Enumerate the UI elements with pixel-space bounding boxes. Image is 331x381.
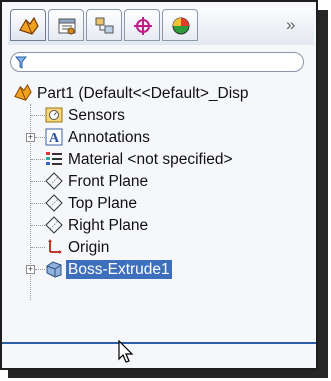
tree-root-part[interactable]: Part1 (Default<<Default>_Disp: [2, 82, 316, 104]
tree-connector: [31, 247, 45, 248]
boss-extrude-icon: [46, 261, 62, 278]
filter-icon: [15, 56, 27, 69]
configurationmanager-icon: [95, 17, 114, 34]
tab-dimxpertmanager[interactable]: [124, 9, 160, 41]
featuremanager-tree-icon: [19, 16, 39, 35]
featuremanager-panel: » Part1 (Default<<Default>_Disp Sensors: [0, 0, 318, 370]
tree-item-label: Top Plane: [68, 195, 137, 212]
part-icon: [14, 84, 32, 101]
feature-tree: Part1 (Default<<Default>_Disp Sensors + …: [2, 82, 316, 362]
tree-item-label: Front Plane: [68, 173, 149, 190]
tree-item-front-plane[interactable]: Front Plane: [2, 170, 316, 192]
expand-toggle[interactable]: +: [26, 133, 35, 142]
dimxpertmanager-icon: [134, 17, 152, 35]
propertymanager-icon: [58, 18, 76, 35]
tree-item-label: Origin: [68, 239, 110, 256]
tab-propertymanager[interactable]: [48, 9, 84, 41]
sensors-icon: [45, 107, 63, 123]
tree-item-boss-extrude[interactable]: + Boss-Extrude1: [2, 258, 316, 280]
tab-configurationmanager[interactable]: [86, 9, 122, 41]
annotations-icon: A: [45, 128, 63, 146]
mouse-pointer-icon: [118, 340, 134, 363]
tree-item-sensors[interactable]: Sensors: [2, 104, 316, 126]
more-tabs-chevron[interactable]: »: [286, 15, 295, 35]
tree-connector: [31, 203, 45, 204]
displaymanager-icon: [172, 17, 190, 35]
manager-tab-bar: »: [8, 7, 314, 45]
plane-icon: [45, 216, 63, 234]
origin-icon: [48, 239, 62, 254]
rollback-bar[interactable]: [2, 342, 316, 344]
svg-text:A: A: [49, 131, 60, 146]
tree-item-origin[interactable]: Origin: [2, 236, 316, 258]
tree-connector: [35, 269, 45, 270]
tree-connector: [35, 137, 45, 138]
tab-featuremanager[interactable]: [10, 9, 46, 41]
tree-connector: [31, 159, 45, 160]
plane-icon: [45, 172, 63, 190]
tree-item-label: Sensors: [68, 107, 125, 124]
tree-root-label: Part1 (Default<<Default>_Disp: [37, 85, 249, 102]
tree-item-annotations[interactable]: + A Annotations: [2, 126, 316, 148]
plane-icon: [45, 194, 63, 212]
expand-toggle[interactable]: +: [26, 265, 35, 274]
tree-item-top-plane[interactable]: Top Plane: [2, 192, 316, 214]
tree-item-label: Material <not specified>: [68, 151, 233, 168]
tab-displaymanager[interactable]: [162, 9, 198, 41]
tree-item-label: Boss-Extrude1: [66, 260, 172, 279]
tree-item-right-plane[interactable]: Right Plane: [2, 214, 316, 236]
tree-connector: [31, 181, 45, 182]
tree-item-label: Right Plane: [68, 217, 149, 234]
filter-input[interactable]: [31, 54, 303, 72]
tree-connector: [31, 115, 45, 116]
material-icon: [46, 152, 62, 165]
tree-filter-box[interactable]: [10, 52, 304, 72]
tree-connector: [31, 225, 45, 226]
tree-item-label: Annotations: [68, 129, 150, 146]
tree-item-material[interactable]: Material <not specified>: [2, 148, 316, 170]
